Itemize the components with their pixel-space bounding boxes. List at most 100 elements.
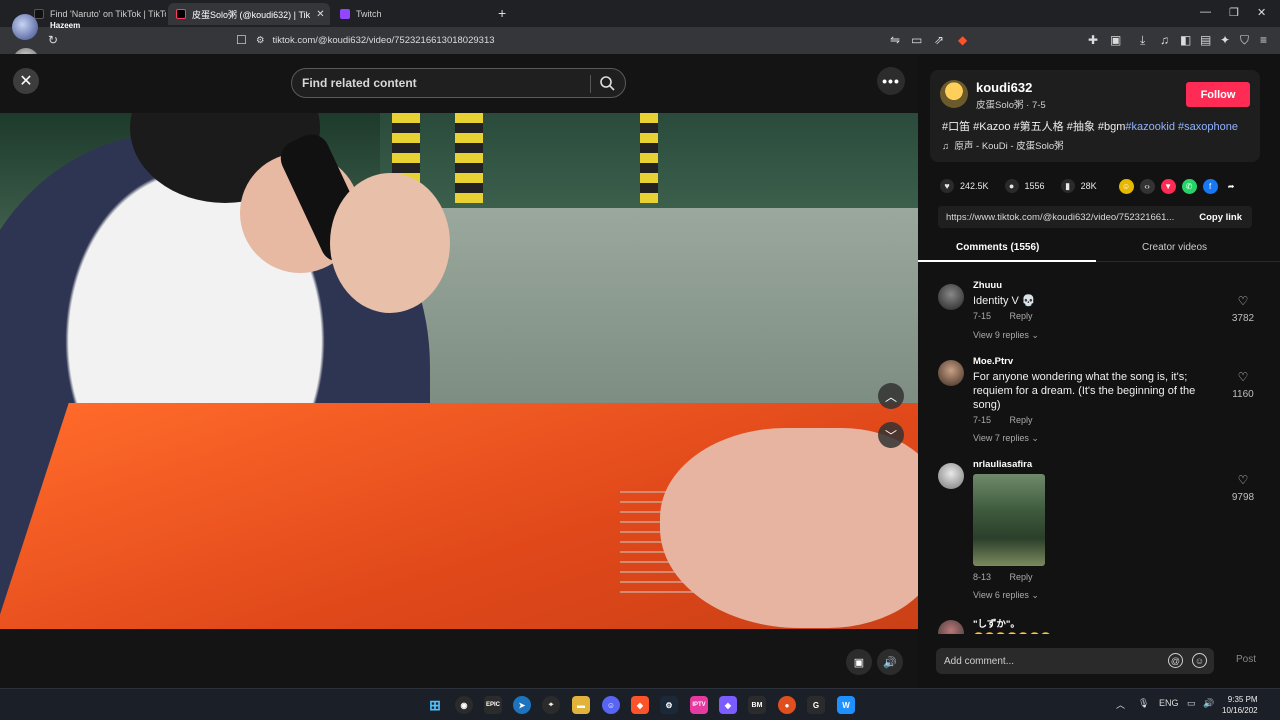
embed-icon[interactable]: ‹› (1139, 178, 1155, 194)
music-credit[interactable]: ♫ 原声 - KouDi - 皮蛋Solo粥 (942, 138, 1064, 152)
reply-button[interactable]: Reply (1010, 311, 1033, 321)
follow-button[interactable]: Follow (1186, 82, 1250, 107)
app-icon[interactable]: ➤ (513, 696, 531, 714)
send-icon[interactable]: ▼ (1160, 178, 1176, 194)
extension-icon[interactable]: ▣ (1110, 34, 1121, 46)
minimize-icon[interactable]: — (1200, 6, 1211, 18)
app-icon[interactable]: ◆ (719, 696, 737, 714)
steam-icon[interactable]: ⚙ (660, 696, 678, 714)
app-icon[interactable]: ◉ (455, 696, 473, 714)
reply-button[interactable]: Reply (1010, 415, 1033, 425)
discord-icon[interactable]: ☺ (602, 696, 620, 714)
whatsapp-icon[interactable]: ✆ (1181, 178, 1197, 194)
leo-icon[interactable]: ✦ (1220, 34, 1230, 46)
avatar[interactable] (938, 463, 964, 489)
caption-hashtags[interactable]: #kazookid #saxophone (1125, 121, 1238, 133)
music-title[interactable]: 原声 - KouDi - 皮蛋Solo粥 (954, 141, 1063, 152)
app-icon[interactable]: W (837, 696, 855, 714)
comment-like[interactable]: ♡ 3782 (1228, 294, 1258, 326)
copy-link-button[interactable]: Copy link (1199, 212, 1242, 223)
share-friends-icon[interactable]: ☺ (1118, 178, 1134, 194)
wallet-icon[interactable]: ▤ (1200, 34, 1211, 46)
app-icon[interactable]: ● (778, 696, 796, 714)
epic-games-icon[interactable]: EPIC (484, 696, 502, 714)
comment-user[interactable]: Moe.Ptrv (973, 356, 1013, 367)
cast-icon[interactable]: ▭ (911, 34, 922, 46)
share-icon[interactable]: ⇗ (934, 34, 944, 46)
mention-icon[interactable]: @ (1168, 653, 1183, 668)
comment-like[interactable]: ♡ 9798 (1228, 473, 1258, 505)
heart-icon[interactable]: ♡ (1228, 294, 1258, 308)
search-icon[interactable] (599, 75, 615, 91)
emoji-icon[interactable]: ☺ (1192, 653, 1207, 668)
comment-image[interactable] (973, 474, 1045, 566)
close-button[interactable]: ✕ (13, 68, 39, 94)
bookmark-icon[interactable]: ☐ (236, 34, 247, 46)
video-link[interactable]: https://www.tiktok.com/@koudi632/video/7… (938, 212, 1178, 223)
heart-icon[interactable]: ♡ (1228, 370, 1258, 384)
music-icon[interactable]: ♫ (1160, 34, 1169, 46)
view-replies-button[interactable]: View 6 replies ⌄ (973, 590, 1039, 601)
tab-tiktok-video[interactable]: 皮蛋Solo粥 (@koudi632) | Tik ✕ (168, 3, 330, 25)
avatar[interactable] (940, 80, 968, 108)
video-player[interactable]: ︿ ﹀ (0, 113, 918, 629)
tab-creator-videos[interactable]: Creator videos (1142, 242, 1207, 253)
microphone-icon[interactable]: 🎙 (1138, 698, 1149, 709)
volume-icon[interactable]: 🔊 (1203, 698, 1214, 709)
sidebar-icon[interactable]: ◧ (1180, 34, 1191, 46)
url-text[interactable]: tiktok.com/@koudi632/video/7523216613018… (273, 35, 495, 46)
comment-like[interactable]: ♡ 1160 (1228, 370, 1258, 402)
app-icon[interactable]: G (807, 696, 825, 714)
bookmark-icon[interactable]: ▮ (1060, 179, 1075, 193)
file-explorer-icon[interactable]: ▬ (572, 696, 590, 714)
related-search[interactable] (291, 68, 626, 98)
comment-user[interactable]: Zhuuu (973, 280, 1002, 291)
close-icon[interactable]: ✕ (316, 9, 324, 20)
chevron-up-icon[interactable]: ︿ (1116, 698, 1125, 711)
window-close-icon[interactable]: ✕ (1257, 6, 1266, 19)
more-options-button[interactable]: ••• (877, 67, 905, 95)
heart-icon[interactable]: ♥ (940, 179, 954, 193)
vpn-icon[interactable]: ⛉ (1240, 34, 1249, 46)
comment-stat[interactable]: ● 1556 (1004, 179, 1045, 193)
share-arrow-icon[interactable]: ➦ (1224, 179, 1239, 194)
network-icon[interactable]: ▭ (1187, 698, 1196, 709)
author-name[interactable]: koudi632 (976, 80, 1032, 95)
windows-start-icon[interactable]: ⊞ (426, 696, 444, 714)
view-replies-button[interactable]: View 7 replies ⌄ (973, 433, 1039, 444)
comment-user[interactable]: "しずか"。 (973, 616, 1020, 630)
heart-icon[interactable]: ♡ (1228, 473, 1258, 487)
comment-composer[interactable]: @ ☺ (936, 648, 1214, 674)
brave-icon[interactable]: ◆ (631, 696, 649, 714)
tab-twitch[interactable]: Twitch (332, 3, 492, 25)
floating-player-button[interactable]: ▣ (846, 649, 872, 675)
new-tab-button[interactable]: + (498, 5, 506, 21)
avatar[interactable] (938, 284, 964, 310)
site-info-icon[interactable]: ⚙ (256, 35, 265, 46)
post-button[interactable]: Post (1236, 654, 1256, 665)
comment-icon[interactable]: ● (1004, 179, 1019, 193)
reload-icon[interactable]: ↻ (48, 34, 58, 46)
caption-text[interactable]: #口笛 #Kazoo #第五人格 #抽象 #bgm (942, 121, 1125, 133)
extensions-icon[interactable]: ✚ (1088, 34, 1098, 46)
tab-comments[interactable]: Comments (1556) (956, 242, 1039, 253)
comment-user[interactable]: nrlauliasafira (973, 459, 1032, 470)
restore-icon[interactable]: ❐ (1229, 6, 1239, 19)
language-indicator[interactable]: ENG (1159, 698, 1179, 708)
address-bar[interactable]: ⚙ tiktok.com/@koudi632/video/75232166130… (256, 31, 976, 50)
menu-icon[interactable]: ≡ (1260, 34, 1267, 46)
previous-video-button[interactable]: ︿ (878, 383, 904, 409)
tab-tiktok-search[interactable]: Find 'Naruto' on TikTok | TikTok Se (26, 3, 166, 25)
translate-icon[interactable]: ⇋ (890, 34, 900, 46)
brave-shield-icon[interactable]: ◆ (958, 34, 967, 46)
reply-button[interactable]: Reply (1010, 572, 1033, 582)
view-replies-button[interactable]: View 9 replies ⌄ (973, 330, 1039, 341)
avatar[interactable] (938, 620, 964, 634)
next-video-button[interactable]: ﹀ (878, 422, 904, 448)
system-clock[interactable]: 9:35 PM 10/16/202 (1222, 694, 1258, 716)
download-icon[interactable]: ⤓ (1140, 34, 1145, 46)
app-icon[interactable]: IPTV (690, 696, 708, 714)
search-input[interactable] (302, 76, 582, 90)
volume-icon[interactable]: 🔊 (877, 649, 903, 675)
like-stat[interactable]: ♥ 242.5K (940, 179, 989, 193)
